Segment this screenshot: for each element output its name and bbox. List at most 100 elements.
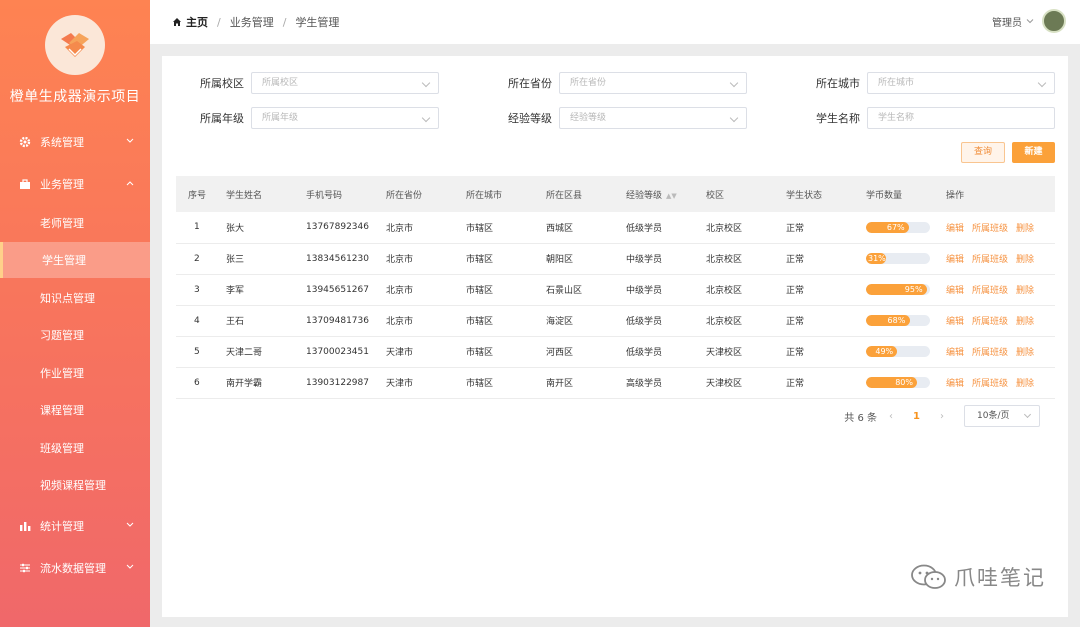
- cell-name: 李军: [226, 286, 245, 296]
- next-page-icon[interactable]: ›: [940, 411, 944, 422]
- filter-level-label: 经验等级: [508, 112, 552, 125]
- col-name: 学生姓名: [226, 190, 263, 201]
- handshake-logo-icon: [61, 33, 89, 57]
- query-button[interactable]: 查询: [961, 142, 1005, 163]
- table-row: 2 张三 13834561230 北京市 市辖区 朝阳区 中级学员 北京校区 正常 31% 编辑 所属…: [176, 243, 1055, 274]
- delete-link[interactable]: 删除: [1016, 255, 1034, 265]
- menu-business[interactable]: 业务管理: [0, 166, 150, 202]
- col-coins: 学币数量: [866, 190, 903, 201]
- logo: [45, 15, 105, 75]
- col-district: 所在区县: [546, 190, 583, 201]
- sidebar: 橙单生成器演示项目 系统管理 业务管理 老师管理 学生管理 知识点管理 习题管理…: [0, 0, 150, 627]
- col-province: 所在省份: [386, 190, 423, 201]
- menu-flow-data-label: 流水数据管理: [40, 562, 106, 575]
- class-link[interactable]: 所属班级: [972, 286, 1008, 296]
- progress-label: 95%: [904, 285, 923, 294]
- cell-phone: 13903122987: [306, 377, 369, 388]
- delete-link[interactable]: 删除: [1016, 348, 1034, 358]
- progress-label: 80%: [895, 378, 913, 387]
- col-actions: 操作: [946, 190, 965, 201]
- coins-progress-bar: 31%: [866, 253, 930, 264]
- cell-city: 市辖区: [466, 317, 494, 327]
- grade-select[interactable]: 所属年级: [251, 107, 439, 129]
- filter-city-label: 所在城市: [816, 77, 860, 90]
- cell-province: 北京市: [386, 317, 414, 327]
- page-size-select[interactable]: 10条/页: [964, 405, 1040, 427]
- city-select[interactable]: 所在城市: [867, 72, 1055, 94]
- chevron-down-icon: [421, 113, 431, 123]
- sidebar-item-exercise[interactable]: 习题管理: [0, 317, 150, 353]
- table-row: 5 天津二哥 13700023451 天津市 市辖区 河西区 低级学员 天津校区 正常 49% 编辑…: [176, 336, 1055, 367]
- chevron-down-icon: [729, 78, 739, 88]
- col-level[interactable]: 经验等级 ▲▼: [614, 176, 694, 212]
- prev-page-icon[interactable]: ‹: [889, 411, 893, 422]
- level-select[interactable]: 经验等级: [559, 107, 747, 129]
- edit-link[interactable]: 编辑: [946, 286, 964, 296]
- col-school: 校区: [706, 190, 725, 201]
- sidebar-item-class[interactable]: 班级管理: [0, 430, 150, 466]
- sidebar-item-video-course[interactable]: 视频课程管理: [0, 467, 150, 503]
- delete-link[interactable]: 删除: [1016, 224, 1034, 234]
- filter-name-label: 学生名称: [816, 112, 860, 125]
- cell-coins: 95%: [854, 274, 934, 305]
- menu-business-label: 业务管理: [40, 178, 84, 191]
- coins-progress-bar: 49%: [866, 346, 930, 357]
- class-link[interactable]: 所属班级: [972, 348, 1008, 358]
- class-link[interactable]: 所属班级: [972, 255, 1008, 265]
- cell-city: 市辖区: [466, 286, 494, 296]
- province-select[interactable]: 所在省份: [559, 72, 747, 94]
- cell-status: 正常: [786, 223, 805, 234]
- edit-link[interactable]: 编辑: [946, 379, 964, 389]
- progress-label: 68%: [887, 316, 906, 325]
- edit-link[interactable]: 编辑: [946, 317, 964, 327]
- cell-name: 南开学霸: [226, 379, 263, 389]
- col-index: 序号: [188, 190, 207, 201]
- create-button[interactable]: 新建: [1012, 142, 1055, 163]
- filter-grade-label: 所属年级: [200, 112, 244, 125]
- watermark: 爪哇笔记: [910, 562, 1046, 592]
- delete-link[interactable]: 删除: [1016, 286, 1034, 296]
- breadcrumb-level1[interactable]: 业务管理: [230, 14, 274, 30]
- delete-link[interactable]: 删除: [1016, 317, 1034, 327]
- school-select[interactable]: 所属校区: [251, 72, 439, 94]
- user-menu[interactable]: 管理员: [992, 9, 1066, 33]
- breadcrumb-home[interactable]: 主页: [186, 14, 208, 30]
- sidebar-item-homework[interactable]: 作业管理: [0, 355, 150, 391]
- table-row: 4 王石 13709481736 北京市 市辖区 海淀区 低级学员 北京校区 正常 68% 编辑 所属…: [176, 305, 1055, 336]
- cell-actions: 编辑 所属班级 删除: [934, 367, 1055, 398]
- sidebar-item-knowledge[interactable]: 知识点管理: [0, 280, 150, 316]
- menu-system[interactable]: 系统管理: [0, 124, 150, 160]
- sidebar-item-course[interactable]: 课程管理: [0, 392, 150, 428]
- menu-statistics[interactable]: 统计管理: [0, 508, 150, 544]
- cell-district: 河西区: [546, 348, 574, 358]
- breadcrumb-separator: /: [217, 15, 221, 29]
- student-name-input[interactable]: 学生名称: [867, 107, 1055, 129]
- cell-phone: 13709481736: [306, 315, 369, 326]
- cell-district: 朝阳区: [546, 255, 574, 265]
- cell-district: 南开区: [546, 379, 574, 389]
- cell-name: 张三: [226, 255, 245, 265]
- avatar[interactable]: [1042, 9, 1066, 33]
- edit-link[interactable]: 编辑: [946, 348, 964, 358]
- class-link[interactable]: 所属班级: [972, 224, 1008, 234]
- sidebar-item-student[interactable]: 学生管理: [0, 242, 150, 278]
- menu-flow-data[interactable]: 流水数据管理: [0, 550, 150, 586]
- edit-link[interactable]: 编辑: [946, 255, 964, 265]
- pagination: 共 6 条 ‹ 1 › 10条/页: [844, 405, 1040, 427]
- cell-city: 市辖区: [466, 348, 494, 358]
- class-link[interactable]: 所属班级: [972, 379, 1008, 389]
- cell-name: 天津二哥: [226, 348, 263, 358]
- edit-link[interactable]: 编辑: [946, 224, 964, 234]
- sidebar-item-teacher[interactable]: 老师管理: [0, 205, 150, 241]
- student-table: 序号 学生姓名 手机号码 所在省份 所在城市 所在区县 经验等级 ▲▼ 校区 学生…: [176, 176, 1055, 399]
- page-number[interactable]: 1: [913, 411, 920, 422]
- header: 主页 / 业务管理 / 学生管理 管理员: [150, 0, 1080, 44]
- delete-link[interactable]: 删除: [1016, 379, 1034, 389]
- cell-province: 天津市: [386, 348, 414, 358]
- cell-index: 6: [194, 377, 200, 388]
- cell-province: 北京市: [386, 286, 414, 296]
- cell-status: 正常: [786, 317, 805, 327]
- cell-actions: 编辑 所属班级 删除: [934, 305, 1055, 336]
- class-link[interactable]: 所属班级: [972, 317, 1008, 327]
- cell-status: 正常: [786, 379, 805, 389]
